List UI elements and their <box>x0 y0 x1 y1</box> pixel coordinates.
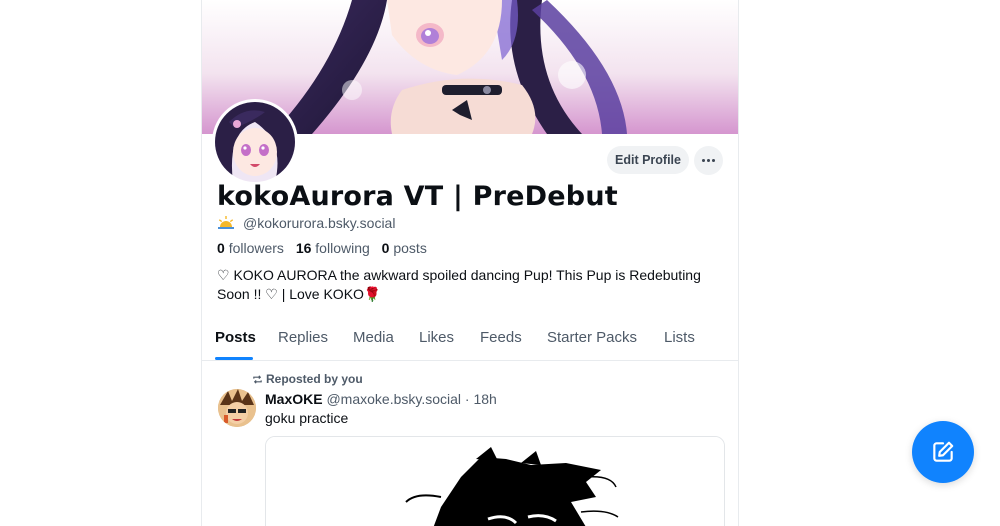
followers-stat[interactable]: 0 followers <box>217 240 284 256</box>
repost-reason[interactable]: Reposted by you <box>252 372 363 386</box>
post-author-handle[interactable]: @maxoke.bsky.social <box>326 391 461 407</box>
profile-display-name: kokoAurora VT | PreDebut <box>217 181 618 212</box>
followers-count: 0 <box>217 240 225 256</box>
bio-line: Soon !! ♡ | Love KOKO🌹 <box>217 285 382 302</box>
posts-label: posts <box>393 240 427 256</box>
followers-label: followers <box>228 240 284 256</box>
post-author-avatar[interactable] <box>218 389 256 427</box>
active-tab-indicator <box>215 357 253 360</box>
profile-avatar[interactable] <box>212 99 298 185</box>
ellipsis-icon <box>694 159 723 162</box>
tab-replies[interactable]: Replies <box>278 329 328 346</box>
author-avatar-image <box>218 389 256 427</box>
profile-column: Edit Profile kokoAurora VT | PreDebut @k… <box>201 0 739 526</box>
profile-handle-row: @kokorurora.bsky.social <box>217 215 395 231</box>
profile-bio: ♡ KOKO AURORA the awkward spoiled dancin… <box>217 266 717 303</box>
tab-posts[interactable]: Posts <box>215 329 256 346</box>
post-author-name[interactable]: MaxOKE <box>265 391 323 407</box>
more-options-button[interactable] <box>694 146 723 175</box>
bio-line: ♡ KOKO AURORA the awkward spoiled dancin… <box>217 267 701 283</box>
profile-tabs: Posts Replies Media Likes Feeds Starter … <box>202 320 738 361</box>
avatar-image <box>215 102 295 182</box>
compose-icon <box>933 441 954 462</box>
tab-media[interactable]: Media <box>353 329 394 346</box>
tab-feeds[interactable]: Feeds <box>480 329 522 346</box>
profile-handle[interactable]: @kokorurora.bsky.social <box>243 215 395 231</box>
post-image-drawing <box>266 437 724 526</box>
repost-label: Reposted by you <box>266 372 363 386</box>
following-label: following <box>315 240 370 256</box>
tab-likes[interactable]: Likes <box>419 329 454 346</box>
posts-stat: 0 posts <box>382 240 427 256</box>
tab-lists[interactable]: Lists <box>664 329 695 346</box>
tab-starter-packs[interactable]: Starter Packs <box>547 329 637 346</box>
following-count: 16 <box>295 240 312 256</box>
compose-button[interactable] <box>912 421 974 483</box>
edit-profile-button[interactable]: Edit Profile <box>607 146 689 174</box>
post-text: goku practice <box>265 410 349 426</box>
repost-icon <box>253 375 262 384</box>
post-header: MaxOKE @maxoke.bsky.social · 18h <box>265 391 497 407</box>
post-image[interactable] <box>265 436 725 526</box>
post-timestamp[interactable]: · 18h <box>465 391 497 407</box>
posts-count: 0 <box>381 240 390 256</box>
sunrise-icon <box>218 216 234 229</box>
profile-stats: 0 followers 16 following 0 posts <box>217 240 427 256</box>
following-stat[interactable]: 16 following <box>296 240 370 256</box>
